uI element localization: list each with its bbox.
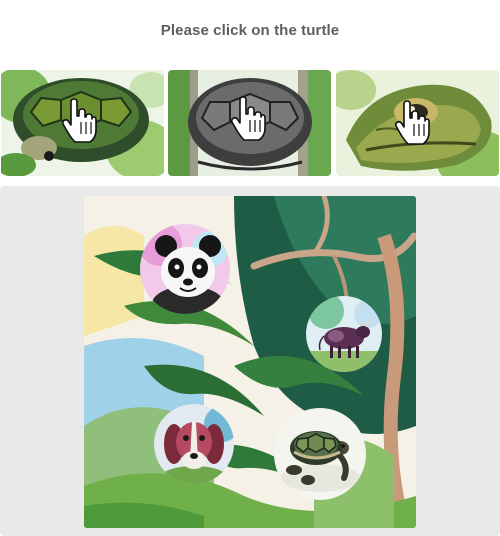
panda-icon [140,224,230,314]
challenge-image[interactable] [84,196,416,528]
dog-option[interactable] [154,404,234,484]
panda-option[interactable] [140,224,230,314]
turtle-head-icon [336,70,499,176]
turtle-icon [274,408,366,500]
dog-icon [154,404,234,484]
cow-icon [306,296,382,372]
turtle-shell-icon [168,70,331,176]
turtle-shell-icon [1,70,164,176]
example-turtle-shell-green [1,70,164,176]
captcha-instruction: Please click on the turtle [160,22,340,39]
captcha-widget: Please click on the turtle [0,0,500,536]
example-turtle-head [336,70,499,176]
turtle-option[interactable] [274,408,366,500]
cow-option[interactable] [306,296,382,372]
example-images-row [0,70,500,178]
example-turtle-shell-grey [168,70,331,176]
